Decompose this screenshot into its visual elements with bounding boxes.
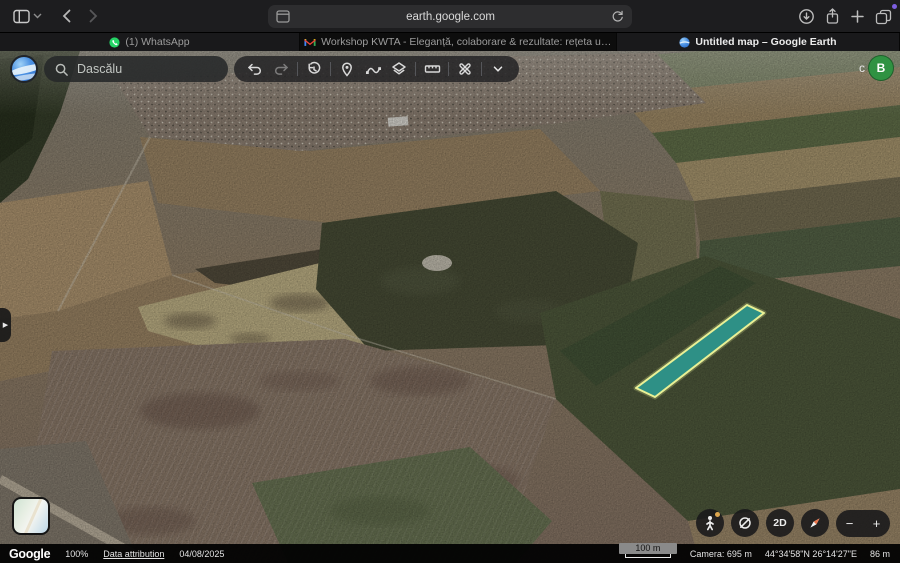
- new-tab-icon[interactable]: [850, 9, 865, 24]
- back-arrow-icon: [62, 9, 71, 23]
- gmail-icon: [304, 38, 316, 47]
- toggle-labels-button[interactable]: [731, 509, 759, 537]
- measure-button[interactable]: [419, 56, 445, 82]
- redo-button[interactable]: [268, 56, 294, 82]
- scale-bar: 100 m: [619, 543, 677, 558]
- map-viewport[interactable]: c B ▶ 2D: [0, 51, 900, 563]
- coordinates: 44°34'58"N 26°14'27"E: [765, 549, 857, 559]
- google-earth-logo-icon[interactable]: [10, 55, 38, 83]
- zoom-percent: 100%: [65, 549, 88, 559]
- compass-button[interactable]: [801, 509, 829, 537]
- ground-elevation: 86 m: [870, 549, 890, 559]
- tab-label: Workshop KWTA - Eleganță, colaborare & r…: [321, 36, 612, 48]
- zoom-control: − +: [836, 510, 890, 537]
- data-attribution-link[interactable]: Data attribution: [103, 549, 164, 559]
- account-area: c B: [859, 55, 894, 81]
- zoom-out-button[interactable]: −: [846, 517, 854, 530]
- crossed-tools-icon: [457, 61, 473, 77]
- account-prefix-text: c: [859, 61, 865, 75]
- chevron-down-icon: [491, 62, 505, 76]
- url-text: earth.google.com: [290, 11, 611, 23]
- notification-dot: [892, 4, 897, 9]
- search-input[interactable]: [77, 62, 197, 76]
- layers-icon: [391, 61, 407, 77]
- draw-path-icon: [365, 61, 382, 77]
- side-panel-handle[interactable]: ▶: [0, 308, 11, 342]
- toolbar-separator: [330, 62, 331, 76]
- measure-ruler-icon: [424, 61, 441, 77]
- satellite-terrain[interactable]: [0, 51, 900, 563]
- back-button[interactable]: [57, 3, 76, 29]
- tab-strip: (1) WhatsApp Workshop KWTA - Eleganță, c…: [0, 33, 900, 51]
- downloads-icon[interactable]: [798, 8, 815, 25]
- scale-bracket: [625, 554, 671, 558]
- search-icon: [54, 62, 69, 77]
- chevron-down-icon: [33, 13, 42, 19]
- whatsapp-icon: [109, 37, 120, 48]
- sidebar-icon: [13, 9, 30, 24]
- tab-google-earth[interactable]: Untitled map – Google Earth: [617, 33, 900, 51]
- 2d-label: 2D: [773, 517, 786, 529]
- scale-label: 100 m: [619, 543, 677, 554]
- page-settings-icon[interactable]: [276, 10, 290, 23]
- map-style-thumbnail[interactable]: [12, 497, 50, 535]
- street-view-badge-dot: [715, 512, 720, 517]
- draw-path-button[interactable]: [360, 56, 386, 82]
- browser-actions: [798, 0, 892, 33]
- historical-imagery-button[interactable]: [301, 56, 327, 82]
- tools-button[interactable]: [452, 56, 478, 82]
- forward-arrow-icon: [89, 9, 98, 23]
- search-box[interactable]: [44, 56, 228, 82]
- share-icon[interactable]: [825, 8, 840, 25]
- toolbar-separator: [481, 62, 482, 76]
- toolbar-separator: [448, 62, 449, 76]
- status-right: 100 m Camera: 695 m 44°34'58"N 26°14'27"…: [619, 546, 900, 561]
- street-view-button[interactable]: [696, 509, 724, 537]
- undo-icon: [247, 61, 263, 77]
- avatar-initial: B: [877, 61, 886, 75]
- pegman-icon: [703, 515, 717, 531]
- google-logo: Google: [9, 547, 50, 561]
- tab-whatsapp[interactable]: (1) WhatsApp: [0, 33, 300, 51]
- tab-label: (1) WhatsApp: [125, 36, 189, 48]
- status-bar: Google 100% Data attribution 04/08/2025 …: [0, 544, 900, 563]
- zoom-in-button[interactable]: +: [873, 517, 881, 530]
- undo-button[interactable]: [242, 56, 268, 82]
- 2d-mode-button[interactable]: 2D: [766, 509, 794, 537]
- placemark-pin-icon: [339, 61, 355, 77]
- tab-overview-icon[interactable]: [875, 9, 892, 25]
- earth-tool-pill: [234, 56, 519, 82]
- address-bar[interactable]: earth.google.com: [268, 5, 632, 28]
- earth-toolbar: [10, 55, 519, 83]
- redo-icon: [273, 61, 289, 77]
- browser-toolbar: earth.google.com: [0, 0, 900, 33]
- screen: earth.google.com: [0, 0, 900, 563]
- forward-button[interactable]: [84, 3, 103, 29]
- sidebar-toggle-button[interactable]: [8, 3, 47, 29]
- status-left: Google 100% Data attribution 04/08/2025: [0, 547, 224, 561]
- compass-icon: [807, 515, 823, 531]
- map-controls: 2D − +: [696, 509, 890, 537]
- camera-altitude: Camera: 695 m: [690, 549, 752, 559]
- add-placemark-button[interactable]: [334, 56, 360, 82]
- visibility-off-icon: [737, 515, 753, 531]
- historical-imagery-icon: [306, 61, 322, 77]
- layers-button[interactable]: [386, 56, 412, 82]
- imagery-date: 04/08/2025: [179, 549, 224, 559]
- account-avatar[interactable]: B: [868, 55, 894, 81]
- reload-icon[interactable]: [611, 10, 624, 23]
- earth-globe-icon: [679, 37, 690, 48]
- toolbar-separator: [297, 62, 298, 76]
- toolbar-separator: [415, 62, 416, 76]
- tab-label: Untitled map – Google Earth: [695, 36, 836, 48]
- chevron-right-icon: ▶: [3, 321, 8, 329]
- tab-gmail[interactable]: Workshop KWTA - Eleganță, colaborare & r…: [300, 33, 617, 51]
- collapse-toolbar-button[interactable]: [485, 56, 511, 82]
